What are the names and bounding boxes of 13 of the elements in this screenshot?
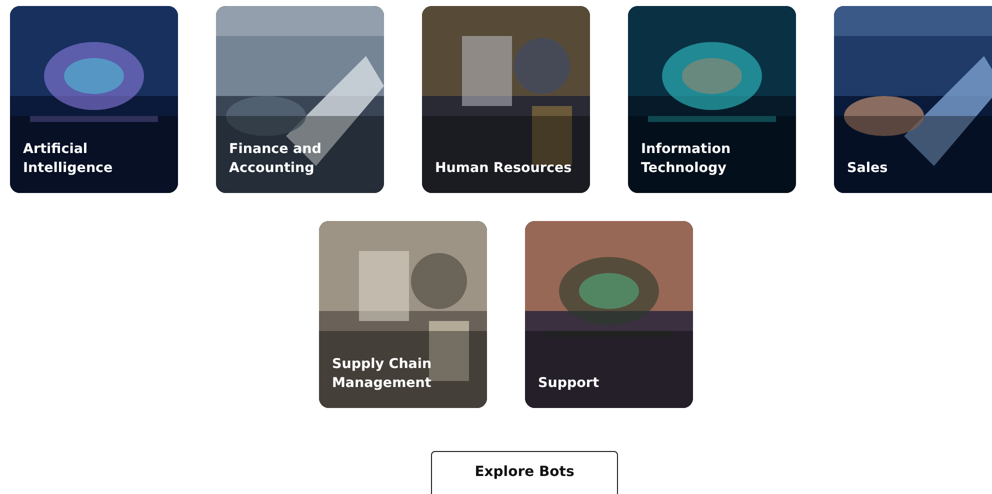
category-card[interactable]: Supply Chain Management: [319, 221, 487, 408]
card-title: Supply Chain Management: [332, 355, 433, 393]
card-title: Information Technology: [641, 140, 732, 178]
explore-button[interactable]: Explore Bots: [431, 451, 618, 494]
card-title: Sales: [847, 159, 888, 178]
category-card[interactable]: Sales: [834, 6, 992, 193]
category-card[interactable]: Artificial Intelligence: [10, 6, 178, 193]
card-title: Support: [538, 374, 600, 393]
card-title: Artificial Intelligence: [23, 140, 114, 178]
category-card[interactable]: Human Resources: [422, 6, 590, 193]
card-title: Human Resources: [435, 159, 572, 178]
category-card[interactable]: Information Technology: [628, 6, 796, 193]
category-card[interactable]: Support: [525, 221, 693, 408]
